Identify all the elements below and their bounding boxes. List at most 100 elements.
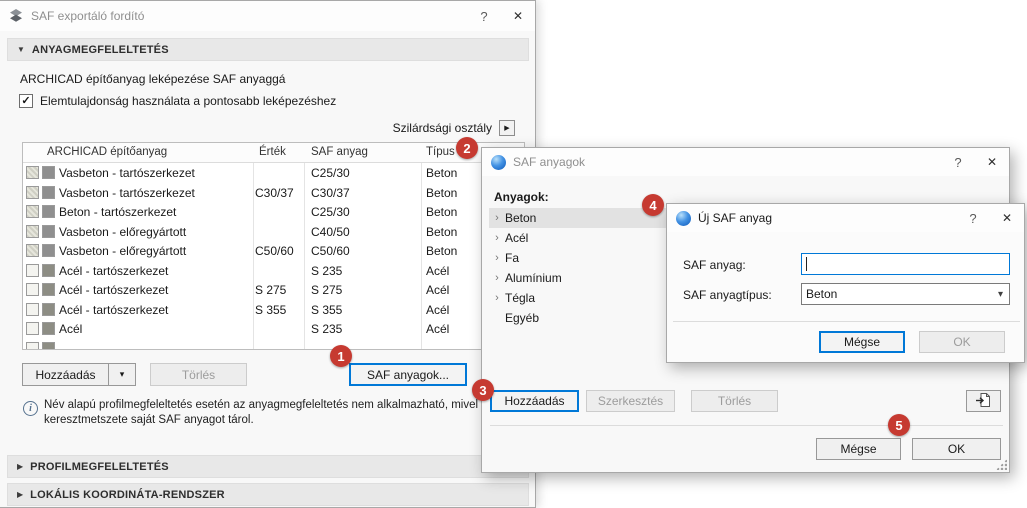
chevron-right-icon[interactable]: › (489, 232, 505, 244)
add-material-button[interactable]: Hozzáadás (490, 390, 579, 412)
cell-saf: S 235 (311, 264, 343, 278)
ok-button-label: OK (953, 335, 971, 349)
cell-name: Vasbeton - tartószerkezet (59, 166, 195, 180)
material-mapping-table: ARCHICAD építőanyag Érték SAF anyag Típu… (22, 142, 525, 350)
table-row[interactable]: Vasbeton - előregyártott C40/50 Beton (23, 222, 524, 242)
cell-saf: C25/30 (311, 166, 350, 180)
cell-type: Acél (426, 283, 450, 297)
section-material-mapping[interactable]: ▼ ANYAGMEGFELELTETÉS (7, 38, 529, 61)
close-icon[interactable]: ✕ (501, 1, 535, 31)
ok-button[interactable]: OK (919, 331, 1005, 353)
saf-materials-dialog-title: SAF anyagok (513, 155, 586, 169)
delete-button[interactable]: Törlés (150, 363, 247, 386)
saf-material-type-select[interactable]: Beton ▾ (801, 283, 1010, 305)
table-row[interactable]: Acél S 235 Acél (23, 319, 524, 339)
table-row[interactable]: Acél - tartószerkezet S 275 S 275 Acél (23, 280, 524, 300)
table-row[interactable]: Acél - tartószerkezet S 235 Acél (23, 261, 524, 281)
help-icon[interactable]: ? (941, 148, 975, 176)
add-button[interactable]: Hozzáadás (22, 363, 109, 386)
delete-material-button[interactable]: Törlés (691, 390, 778, 412)
delete-button-label: Törlés (181, 367, 216, 382)
checkbox-checked[interactable]: ✓ (19, 94, 33, 108)
cell-name: Acél - tartószerkezet (59, 303, 169, 317)
material-texture-swatch (26, 166, 39, 179)
table-row[interactable]: Beton - tartószerkezet C25/30 Beton (23, 202, 524, 222)
cell-name: Vasbeton - előregyártott (59, 244, 187, 258)
table-row[interactable]: Acél - tartószerkezet S 355 S 355 Acél (23, 300, 524, 320)
cancel-button[interactable]: Mégse (819, 331, 905, 353)
material-texture-swatch (26, 205, 39, 218)
triangle-right-icon: ▶ (17, 462, 24, 471)
ok-button-label: OK (947, 442, 966, 456)
cell-name: Vasbeton - előregyártott (59, 225, 187, 239)
table-row[interactable]: Vasbeton - előregyártott C50/60 C50/60 B… (23, 241, 524, 261)
info-note: Név alapú profilmegfeleltetés esetén az … (44, 398, 532, 428)
material-texture-swatch (26, 342, 39, 349)
resize-grip[interactable] (996, 459, 1007, 470)
cell-name: Vasbeton - tartószerkezet (59, 186, 195, 200)
table-row[interactable]: Vasbeton - tartószerkezet C30/37 C30/37 … (23, 183, 524, 203)
ok-button[interactable]: OK (912, 438, 1001, 460)
cell-type: Beton (426, 205, 458, 219)
col-type: Típus (426, 146, 455, 158)
cancel-button[interactable]: Mégse (816, 438, 901, 460)
col-archicad-material: ARCHICAD építőanyag (47, 146, 168, 158)
step-badge-2: 2 (456, 137, 478, 159)
col-saf-material: SAF anyag (311, 146, 368, 158)
help-icon[interactable]: ? (956, 204, 990, 232)
cell-value: S 355 (255, 303, 287, 317)
material-color-swatch (42, 283, 55, 296)
close-icon[interactable]: ✕ (975, 148, 1009, 176)
chevron-right-icon[interactable]: › (489, 252, 505, 264)
divider (673, 321, 1020, 322)
add-dropdown-button[interactable]: ▾ (108, 363, 136, 386)
cell-value: C30/37 (255, 186, 294, 200)
saf-materials-button[interactable]: SAF anyagok... (349, 363, 467, 386)
strength-class-button[interactable]: ▶ (499, 120, 515, 136)
cell-type: Beton (426, 166, 458, 180)
close-icon[interactable]: ✕ (990, 204, 1024, 232)
cell-type: Acél (426, 264, 450, 278)
saf-material-name-input[interactable] (801, 253, 1010, 275)
cell-name: Acél - tartószerkezet (59, 264, 169, 278)
add-material-button-label: Hozzáadás (504, 394, 565, 408)
triangle-right-icon: ▶ (17, 490, 24, 499)
cell-saf: C30/37 (311, 186, 350, 200)
chevron-right-icon[interactable]: › (489, 212, 505, 224)
info-line-2: keresztmetszete saját SAF anyagot tárol. (44, 414, 254, 426)
material-item-label: Fa (505, 251, 520, 265)
saf-material-name-label: SAF anyag: (683, 258, 746, 272)
section-local-coordinate-system[interactable]: ▶ LOKÁLIS KOORDINÁTA-RENDSZER (7, 483, 529, 506)
cell-saf: S 355 (311, 303, 343, 317)
element-property-checkbox-row[interactable]: ✓ Elemtulajdonság használata a pontosabb… (19, 94, 336, 108)
material-color-swatch (42, 186, 55, 199)
main-dialog-title: SAF exportáló fordító (31, 9, 145, 23)
material-color-swatch (42, 225, 55, 238)
section-profile-mapping[interactable]: ▶ PROFILMEGFELELTETÉS (7, 455, 529, 478)
table-row[interactable] (23, 339, 524, 349)
cell-type: Beton (426, 225, 458, 239)
cell-type: Beton (426, 186, 458, 200)
saf-material-type-label: SAF anyagtípus: (683, 288, 772, 302)
cancel-button-label: Mégse (843, 335, 881, 349)
help-icon[interactable]: ? (467, 1, 501, 31)
cell-value: C50/60 (255, 244, 294, 258)
material-texture-swatch (26, 264, 39, 277)
cell-saf: S 235 (311, 322, 343, 336)
edit-material-button-label: Szerkesztés (597, 394, 664, 408)
table-row[interactable]: Vasbeton - tartószerkezet C25/30 Beton (23, 163, 524, 183)
transfer-materials-button[interactable] (966, 390, 1001, 412)
edit-material-button[interactable]: Szerkesztés (586, 390, 675, 412)
cancel-button-label: Mégse (840, 442, 877, 456)
new-saf-material-dialog: Új SAF anyag ? ✕ SAF anyag: SAF anyagtíp… (666, 203, 1025, 363)
text-caret (806, 257, 807, 271)
chevron-right-icon[interactable]: › (489, 292, 505, 304)
materials-label: Anyagok: (494, 190, 549, 204)
step-badge-3: 3 (472, 379, 494, 401)
saf-translator-icon (8, 8, 24, 24)
check-icon: ✓ (21, 94, 31, 107)
triangle-down-icon: ▼ (17, 45, 25, 54)
table-header: ARCHICAD építőanyag Érték SAF anyag Típu… (23, 143, 524, 163)
cell-saf: C25/30 (311, 205, 350, 219)
chevron-right-icon[interactable]: › (489, 272, 505, 284)
